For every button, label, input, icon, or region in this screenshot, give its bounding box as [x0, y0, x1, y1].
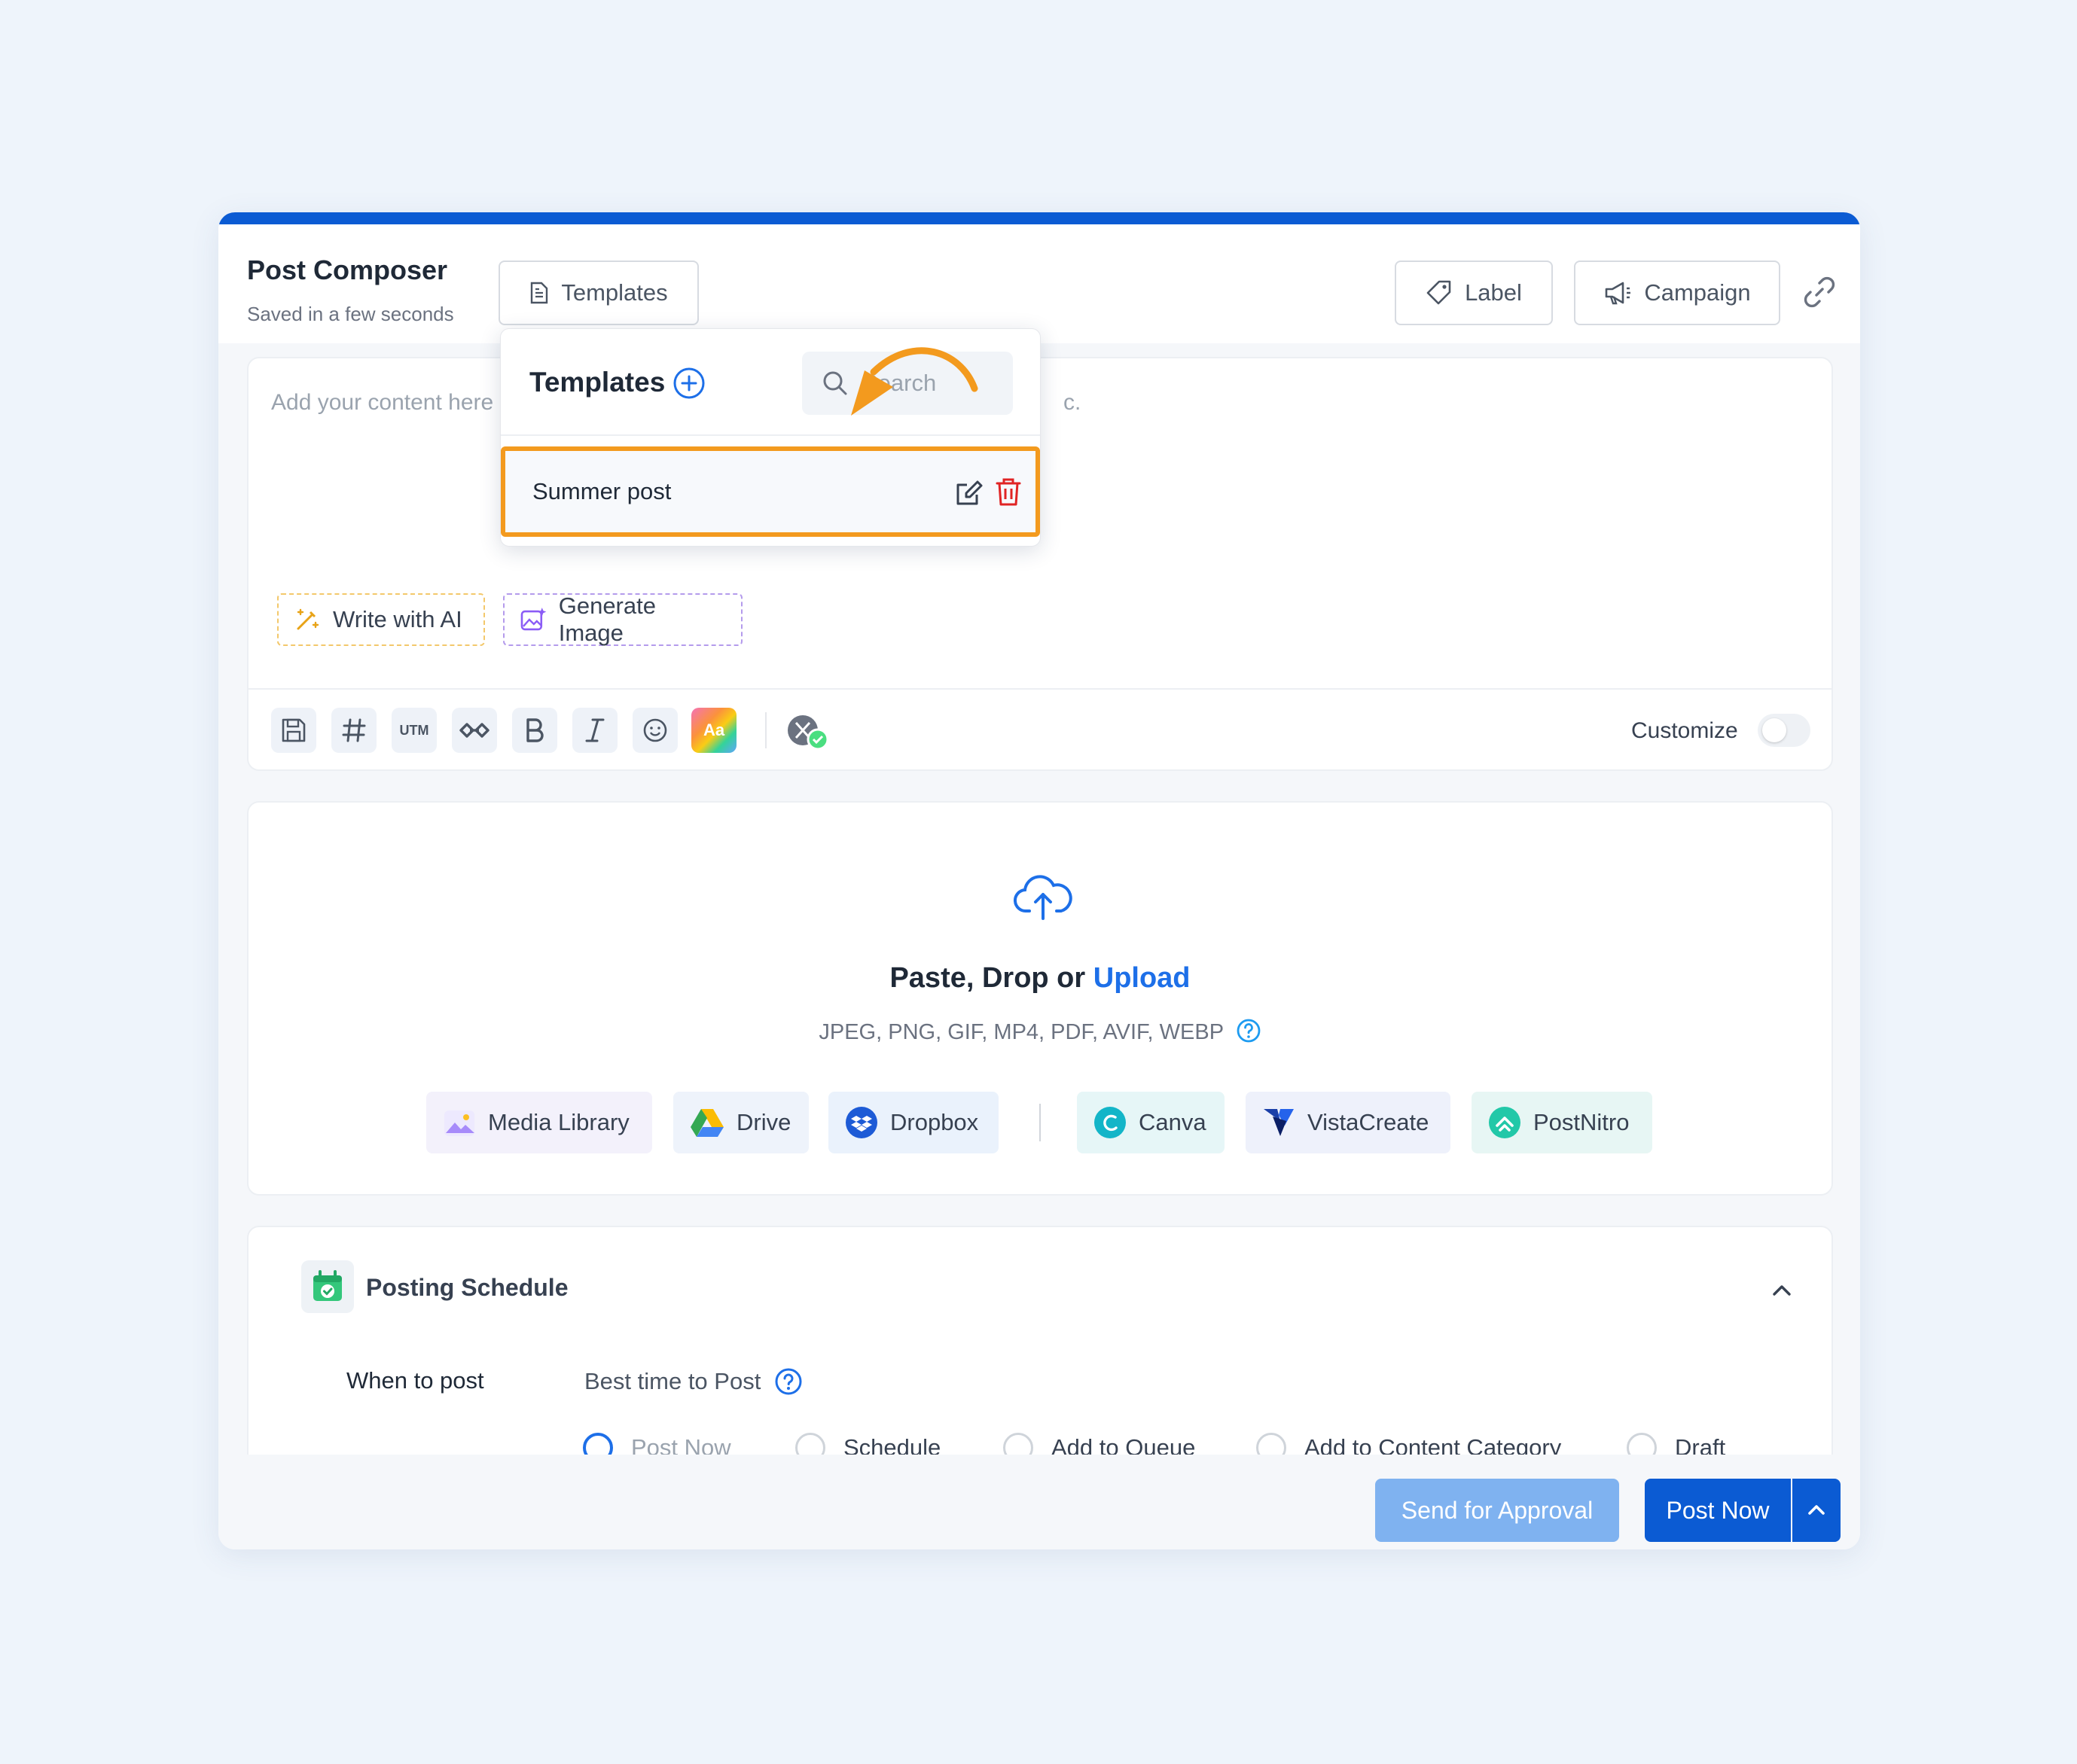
- edit-icon[interactable]: [954, 478, 984, 508]
- toolbar-divider: [249, 688, 1831, 690]
- templates-button[interactable]: Templates: [499, 260, 699, 325]
- chevron-up-icon[interactable]: [1767, 1275, 1797, 1305]
- generate-image-button[interactable]: Generate Image: [503, 593, 743, 646]
- bold-tool[interactable]: [512, 708, 557, 753]
- label-button-label: Label: [1465, 279, 1522, 306]
- best-time-to-post[interactable]: Best time to Post: [584, 1367, 803, 1396]
- document-icon: [531, 282, 548, 304]
- cloud-upload-icon: [1013, 875, 1072, 920]
- chevron-up-icon: [1808, 1505, 1825, 1515]
- upload-link[interactable]: Upload: [1093, 962, 1191, 994]
- chain-link-icon: [459, 723, 490, 738]
- vistacreate-icon: [1264, 1109, 1294, 1136]
- toolbar-separator: [765, 712, 767, 748]
- image-sparkle-icon: [520, 608, 547, 631]
- italic-tool[interactable]: [572, 708, 618, 753]
- best-time-label: Best time to Post: [584, 1368, 761, 1394]
- composer-footer: Send for Approval Post Now: [218, 1455, 1860, 1549]
- top-accent-bar: [218, 212, 1860, 224]
- utm-tool[interactable]: UTM: [392, 708, 437, 753]
- campaign-button[interactable]: Campaign: [1574, 260, 1780, 325]
- annotation-arrow: [851, 347, 978, 416]
- saved-status: Saved in a few seconds: [247, 303, 454, 325]
- vistacreate-button[interactable]: VistaCreate: [1246, 1092, 1450, 1153]
- write-with-ai-label: Write with AI: [333, 606, 462, 632]
- template-item-label: Summer post: [532, 478, 672, 504]
- page-title: Post Composer: [247, 254, 448, 285]
- when-to-post-label: When to post: [346, 1367, 484, 1394]
- posting-schedule-title: Posting Schedule: [366, 1274, 569, 1301]
- formats-text: JPEG, PNG, GIF, MP4, PDF, AVIF, WEBP: [819, 1020, 1224, 1044]
- editor-placeholder-fragment: c.: [1063, 390, 1081, 415]
- customize-label: Customize: [1631, 718, 1738, 743]
- font-style-tool[interactable]: Aa: [691, 708, 737, 753]
- templates-dropdown-title: Templates: [529, 367, 666, 398]
- post-options-button[interactable]: [1792, 1479, 1841, 1542]
- upload-title-prefix: Paste, Drop or: [889, 962, 1086, 994]
- label-button[interactable]: Label: [1395, 260, 1553, 325]
- postnitro-icon: [1489, 1107, 1520, 1138]
- trash-icon[interactable]: [995, 477, 1022, 507]
- google-drive-button[interactable]: Drive: [673, 1092, 809, 1153]
- emoji-tool[interactable]: [633, 708, 678, 753]
- google-drive-icon: [691, 1109, 724, 1137]
- media-upload-area[interactable]: Paste, Drop or Upload JPEG, PNG, GIF, MP…: [247, 801, 1833, 1196]
- bold-icon: [526, 718, 544, 742]
- dropdown-divider: [501, 434, 1040, 436]
- template-item[interactable]: Summer post: [501, 446, 1040, 537]
- dropbox-label: Dropbox: [890, 1109, 979, 1135]
- canva-button[interactable]: Canva: [1077, 1092, 1225, 1153]
- vistacreate-label: VistaCreate: [1307, 1109, 1429, 1135]
- link-icon[interactable]: [1800, 273, 1839, 312]
- add-template-icon[interactable]: [673, 367, 706, 400]
- media-library-button[interactable]: Media Library: [426, 1092, 652, 1153]
- supported-formats: JPEG, PNG, GIF, MP4, PDF, AVIF, WEBP: [249, 1018, 1831, 1045]
- campaign-button-label: Campaign: [1644, 279, 1751, 306]
- post-now-button[interactable]: Post Now: [1645, 1479, 1791, 1542]
- save-icon: [282, 718, 306, 742]
- hashtag-tool[interactable]: [331, 708, 377, 753]
- hashtag-icon: [342, 718, 366, 742]
- templates-button-label: Templates: [561, 279, 668, 306]
- help-icon[interactable]: [774, 1367, 803, 1396]
- link-shortener-tool[interactable]: [452, 708, 497, 753]
- help-icon[interactable]: [1236, 1018, 1261, 1043]
- postnitro-label: PostNitro: [1533, 1109, 1630, 1135]
- save-draft-tool[interactable]: [271, 708, 316, 753]
- smiley-icon: [643, 718, 667, 742]
- media-library-label: Media Library: [488, 1109, 630, 1135]
- x-platform-icon[interactable]: [785, 712, 834, 754]
- postnitro-button[interactable]: PostNitro: [1472, 1092, 1652, 1153]
- write-with-ai-button[interactable]: Write with AI: [277, 593, 485, 646]
- media-library-icon: [444, 1110, 474, 1136]
- magic-wand-icon: [297, 608, 319, 630]
- italic-icon: [585, 718, 605, 742]
- send-for-approval-button[interactable]: Send for Approval: [1375, 1479, 1619, 1542]
- customize-toggle[interactable]: [1758, 714, 1810, 747]
- dropbox-icon: [846, 1107, 877, 1138]
- calendar-check-icon: [301, 1260, 354, 1313]
- canva-icon: [1094, 1107, 1126, 1138]
- editor-placeholder: Add your content here: [271, 390, 494, 415]
- megaphone-icon: [1606, 282, 1631, 305]
- canva-label: Canva: [1139, 1109, 1206, 1135]
- generate-image-label: Generate Image: [558, 593, 656, 646]
- composer-header: Post Composer Saved in a few seconds Tem…: [218, 224, 1860, 343]
- tag-icon: [1426, 280, 1451, 305]
- sources-divider: [1039, 1104, 1041, 1141]
- google-drive-label: Drive: [737, 1109, 791, 1135]
- upload-title: Paste, Drop or Upload: [249, 962, 1831, 995]
- dropbox-button[interactable]: Dropbox: [828, 1092, 999, 1153]
